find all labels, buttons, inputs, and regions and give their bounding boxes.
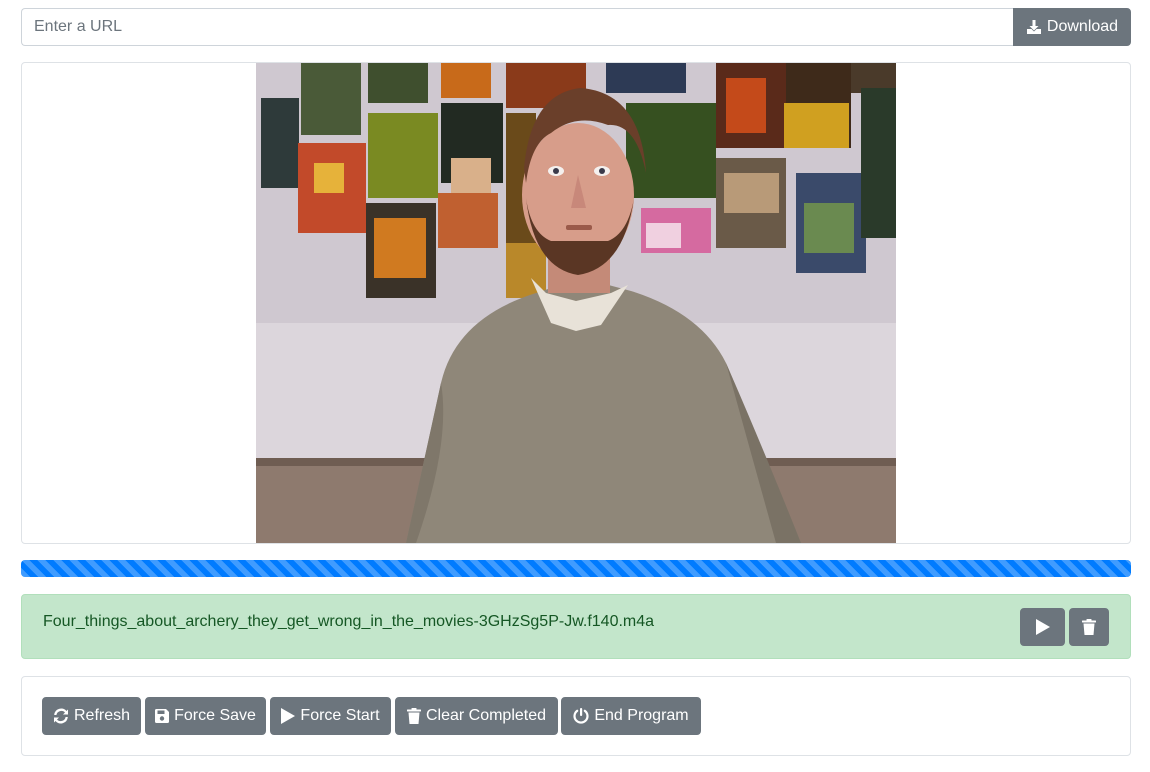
save-icon — [155, 709, 170, 723]
play-button[interactable] — [1020, 608, 1065, 646]
play-icon — [1035, 618, 1051, 636]
play-icon — [281, 708, 296, 724]
clear-completed-button[interactable]: Clear Completed — [395, 697, 558, 735]
force-start-label: Force Start — [300, 707, 380, 724]
end-program-button[interactable]: End Program — [561, 697, 701, 735]
video-frame-image — [256, 63, 896, 543]
refresh-label: Refresh — [73, 707, 131, 724]
power-icon — [573, 708, 589, 724]
refresh-button[interactable]: Refresh — [42, 697, 141, 735]
video-card — [21, 62, 1131, 544]
delete-button[interactable] — [1069, 608, 1109, 646]
url-form: Download — [21, 8, 1131, 46]
force-save-label: Force Save — [174, 707, 256, 724]
clear-completed-label: Clear Completed — [425, 707, 547, 724]
download-icon — [1026, 19, 1042, 35]
sync-icon — [53, 708, 69, 724]
controls-card: Refresh Force Save Force Start Clear Com… — [21, 676, 1131, 756]
trash-icon — [406, 708, 421, 724]
download-button-label: Download — [1046, 18, 1119, 35]
video-player[interactable] — [256, 63, 896, 543]
force-save-button[interactable]: Force Save — [145, 697, 266, 735]
trash-icon — [1082, 619, 1096, 635]
download-progress — [21, 560, 1131, 577]
url-input[interactable] — [21, 8, 1013, 46]
progress-bar-fill — [21, 560, 1131, 577]
end-program-label: End Program — [594, 707, 689, 724]
download-button[interactable]: Download — [1013, 8, 1131, 46]
force-start-button[interactable]: Force Start — [270, 697, 391, 735]
file-list-item: Four_things_about_archery_they_get_wrong… — [21, 594, 1131, 659]
file-name: Four_things_about_archery_they_get_wrong… — [43, 613, 655, 630]
